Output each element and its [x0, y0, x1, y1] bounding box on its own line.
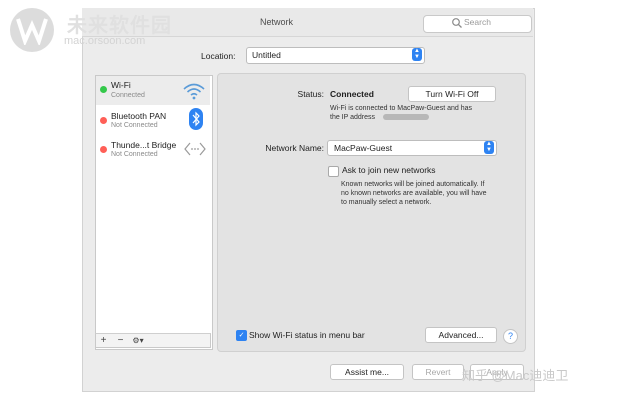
network-name-stepper-icon: ▲ ▼ [484, 141, 494, 154]
search-icon [452, 18, 462, 28]
assist-me-button[interactable]: Assist me... [330, 364, 404, 380]
network-name-value: MacPaw-Guest [334, 143, 393, 153]
service-name: Wi-Fi [111, 80, 131, 90]
bluetooth-status-dot [100, 117, 107, 124]
watermark-site-url: mac.orsoon.com [64, 35, 146, 47]
service-name: Thunde...t Bridge [111, 140, 177, 150]
location-stepper-icon: ▲ ▼ [412, 48, 422, 61]
thunderbolt-status-dot [100, 146, 107, 153]
help-button[interactable]: ? [503, 329, 518, 344]
wifi-icon [183, 83, 205, 100]
thunderbolt-bridge-icon [184, 142, 206, 156]
service-name: Bluetooth PAN [111, 111, 167, 121]
ask-to-join-checkbox[interactable] [328, 166, 339, 177]
location-value: Untitled [252, 50, 281, 60]
service-status: Not Connected [111, 151, 158, 158]
remove-service-button[interactable]: − [114, 334, 127, 347]
show-wifi-status-checkbox[interactable]: ✓ [236, 330, 247, 341]
watermark-credit: 知乎 @Mac迪迪卫 [462, 368, 569, 383]
status-description-line2: the IP address [330, 114, 376, 121]
ask-description-line1: Known networks will be joined automatica… [341, 181, 485, 188]
status-description-line1: Wi-Fi is connected to MacPaw-Guest and h… [330, 105, 473, 112]
show-wifi-status-label: Show Wi-Fi status in menu bar [249, 330, 365, 340]
ip-address-redacted [383, 114, 429, 120]
search-placeholder: Search [464, 17, 491, 27]
add-service-button[interactable]: + [97, 334, 110, 347]
action-menu-button[interactable]: ⚙▾ [128, 334, 148, 347]
ask-description-line3: to manually select a network. [341, 199, 432, 206]
network-name-label: Network Name: [265, 143, 324, 153]
revert-button[interactable]: Revert [412, 364, 464, 380]
location-label: Location: [201, 51, 236, 61]
service-list-toolbar [95, 333, 211, 348]
service-status: Connected [111, 92, 145, 99]
status-label: Status: [297, 89, 324, 99]
watermark-site-name: 未来软件园 [67, 15, 172, 37]
ask-description-line2: no known networks are available, you wil… [341, 190, 487, 197]
watermark-w-icon [16, 18, 48, 45]
service-status: Not Connected [111, 122, 158, 129]
wifi-status-dot [100, 86, 107, 93]
status-value: Connected [330, 89, 374, 99]
bluetooth-icon [189, 108, 203, 130]
advanced-button[interactable]: Advanced... [425, 327, 497, 343]
turn-wifi-off-button[interactable]: Turn Wi-Fi Off [408, 86, 496, 102]
window-title: Network [260, 17, 294, 27]
ask-to-join-label: Ask to join new networks [342, 165, 436, 175]
